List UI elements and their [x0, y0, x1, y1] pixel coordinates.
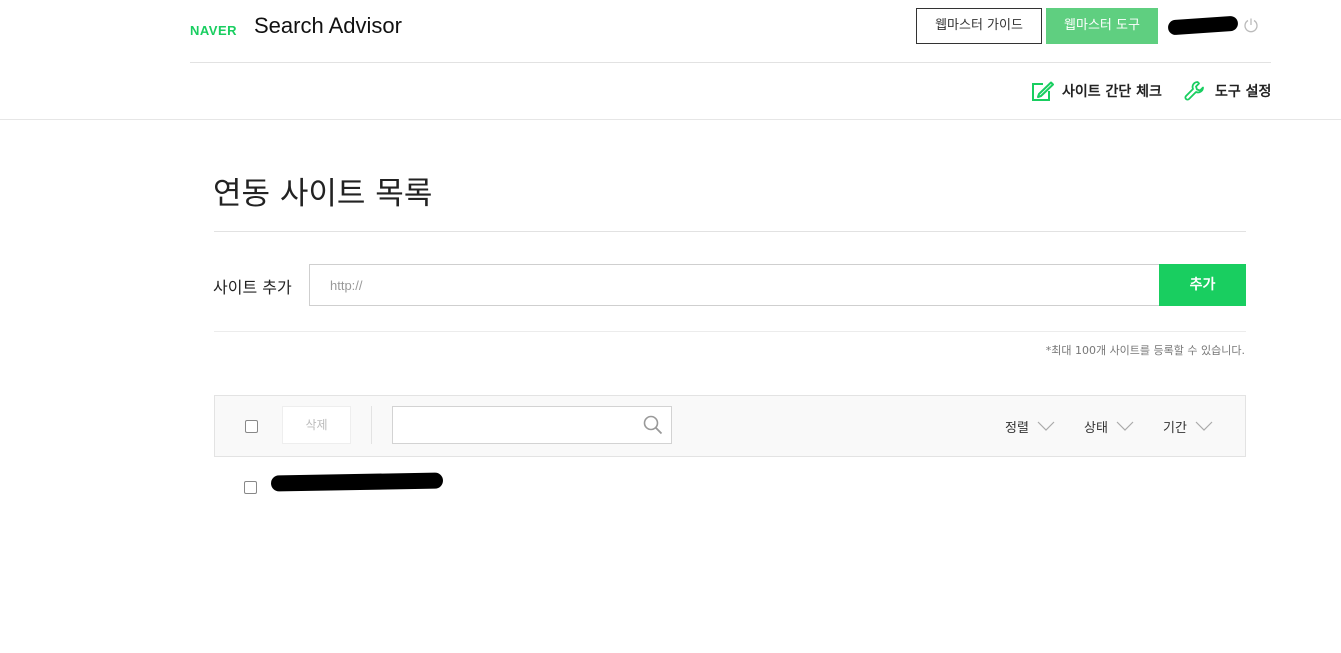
sort-dropdown[interactable]: 정렬	[1005, 415, 1055, 437]
add-site-label: 사이트 추가	[213, 278, 292, 297]
edit-check-icon	[1032, 81, 1054, 101]
page-title: 연동 사이트 목록	[213, 176, 433, 212]
site-search-input[interactable]	[393, 407, 633, 443]
site-url-input[interactable]	[309, 264, 1160, 306]
delete-button[interactable]: 삭제	[282, 406, 351, 444]
chevron-down-icon	[1037, 421, 1055, 431]
wrench-icon	[1184, 81, 1204, 101]
chevron-down-icon	[1116, 421, 1134, 431]
max-sites-note: *최대 100개 사이트를 등록할 수 있습니다.	[1045, 344, 1245, 357]
toolbar-separator	[371, 406, 372, 444]
top-header: NAVER Search Advisor 웹마스터 가이드 웹마스터 도구 사이…	[0, 0, 1341, 120]
chevron-down-icon	[1195, 421, 1213, 431]
search-icon[interactable]	[643, 415, 663, 435]
add-site-button[interactable]: 추가	[1159, 264, 1246, 306]
tool-settings-label: 도구 설정	[1215, 84, 1272, 100]
site-search-box	[392, 406, 672, 444]
select-all-checkbox[interactable]	[245, 420, 258, 433]
site-row-checkbox[interactable]	[244, 481, 257, 494]
sort-label: 정렬	[1005, 420, 1029, 436]
site-check-label: 사이트 간단 체크	[1062, 84, 1162, 100]
site-title[interactable]: Search Advisor	[254, 13, 402, 39]
site-url-link-redacted[interactable]	[270, 472, 444, 492]
add-site-divider	[214, 331, 1246, 332]
status-label: 상태	[1084, 420, 1108, 436]
period-label: 기간	[1163, 420, 1187, 436]
logout-power-icon[interactable]	[1243, 17, 1259, 33]
period-dropdown[interactable]: 기간	[1163, 415, 1213, 437]
naver-logo[interactable]: NAVER	[190, 23, 237, 38]
status-dropdown[interactable]: 상태	[1084, 415, 1134, 437]
header-divider	[190, 62, 1271, 63]
webmaster-guide-button[interactable]: 웹마스터 가이드	[916, 8, 1042, 44]
site-list-toolbar: 삭제 정렬 상태 기간	[214, 395, 1246, 457]
title-divider	[214, 231, 1246, 232]
tool-settings-link[interactable]: 도구 설정	[1183, 78, 1271, 104]
webmaster-tool-button[interactable]: 웹마스터 도구	[1046, 8, 1158, 44]
user-name-redacted[interactable]	[1167, 15, 1239, 36]
site-check-link[interactable]: 사이트 간단 체크	[1031, 78, 1162, 104]
